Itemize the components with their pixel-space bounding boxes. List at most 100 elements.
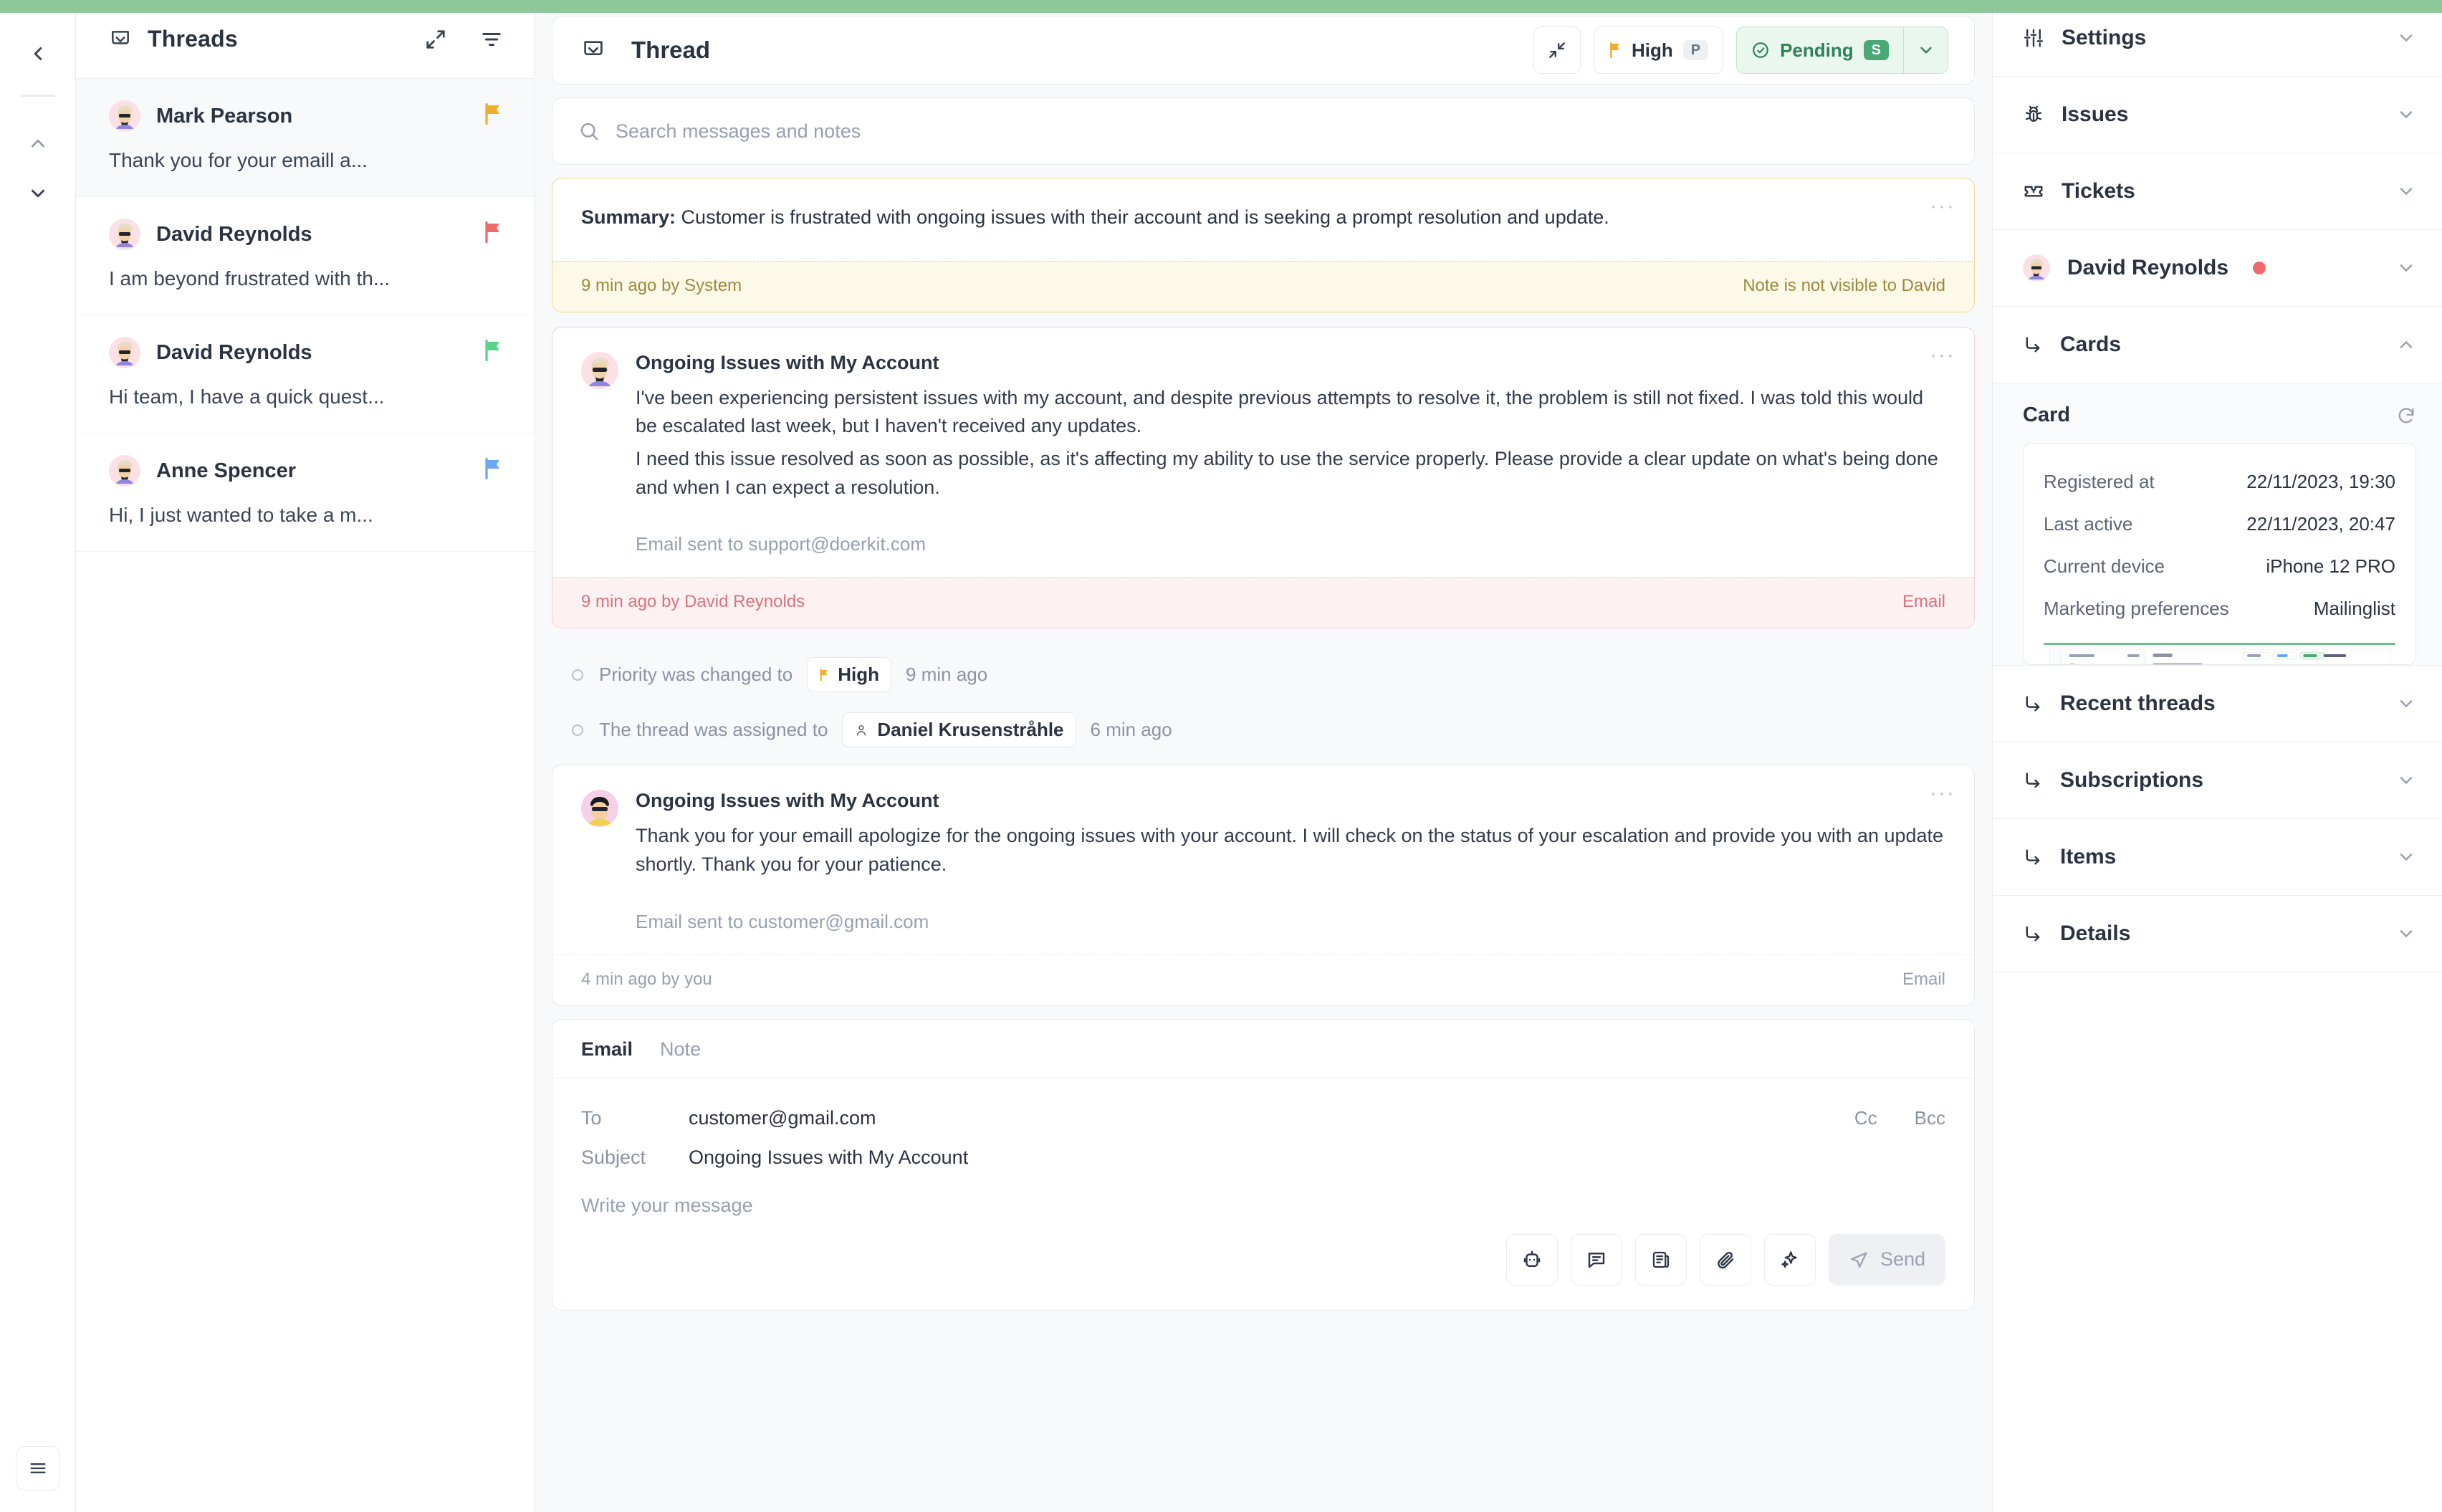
note-visibility: Note is not visible to David xyxy=(1743,275,1945,295)
sidebar-item-subscriptions[interactable]: Subscriptions xyxy=(1993,742,2442,819)
activity-priority-chip[interactable]: High xyxy=(807,657,892,693)
card-title: Card xyxy=(2023,403,2071,426)
summary-note-card: ··· Summary: Customer is frustrated with… xyxy=(552,178,1975,312)
thread-list-item[interactable]: Mark Pearson Thank you for your emaill a… xyxy=(76,79,534,197)
sparkles-icon[interactable] xyxy=(1763,1233,1816,1286)
search-input[interactable]: Search messages and notes xyxy=(616,120,861,143)
rail-prev-button[interactable] xyxy=(13,118,63,168)
sidebar-item-contact[interactable]: David Reynolds xyxy=(1993,230,2442,307)
article-icon[interactable] xyxy=(1634,1233,1687,1286)
person-icon xyxy=(854,723,868,737)
activity-assignee-chip[interactable]: Daniel Krusenstråhle xyxy=(842,712,1076,748)
message-channel[interactable]: Email xyxy=(1902,970,1945,990)
robot-icon[interactable] xyxy=(1505,1233,1558,1286)
activity-text: The thread was assigned to xyxy=(599,719,828,741)
chevron-down-icon[interactable] xyxy=(2396,258,2416,278)
message-card: ··· Ongoing Issues with My Account Thank… xyxy=(552,765,1975,1006)
sidebar-item-recent-threads[interactable]: Recent threads xyxy=(1993,666,2442,742)
sidebar-item-cards[interactable]: Cards xyxy=(1993,307,2442,383)
filter-icon[interactable] xyxy=(481,29,502,50)
sidebar-item-tickets[interactable]: Tickets xyxy=(1993,153,2442,230)
thread-pane: Thread High P Pending S Search messages … xyxy=(535,0,1992,1512)
to-label: To xyxy=(581,1106,602,1129)
message-card: ··· Ongoing Issues with My Account I've … xyxy=(552,326,1975,629)
flag-icon xyxy=(484,340,502,361)
message-channel[interactable]: Email xyxy=(1902,592,1945,612)
avatar xyxy=(581,351,618,389)
subdirectory-arrow-icon xyxy=(2023,847,2043,867)
chevron-up-icon[interactable] xyxy=(2396,335,2416,355)
message-paragraph: Thank you for your emaill apologize for … xyxy=(636,825,1944,875)
chevron-down-icon[interactable] xyxy=(2396,847,2416,867)
tab-note[interactable]: Note xyxy=(660,1038,701,1061)
note-more-icon[interactable]: ··· xyxy=(1930,196,1955,217)
chevron-down-icon[interactable] xyxy=(2396,770,2416,790)
page-title: Thread xyxy=(631,37,711,63)
avatar xyxy=(109,337,140,368)
right-sidebar: Settings Issues Tickets David Reynolds C… xyxy=(1992,0,2442,1512)
subdirectory-arrow-icon xyxy=(2023,770,2043,790)
thread-list-item[interactable]: David Reynolds I am beyond frustrated wi… xyxy=(76,197,534,315)
card-preview-thumbnail xyxy=(2044,643,2395,664)
message-input[interactable]: Write your message xyxy=(552,1177,1974,1217)
thread-item-preview: I am beyond frustrated with th... xyxy=(109,267,391,290)
send-button[interactable]: Send xyxy=(1828,1233,1945,1286)
tab-email[interactable]: Email xyxy=(581,1038,633,1061)
avatar xyxy=(109,219,140,250)
subject-field[interactable]: Ongoing Issues with My Account xyxy=(689,1147,968,1169)
flag-icon xyxy=(484,221,502,243)
status-control: Pending S xyxy=(1736,27,1948,74)
sliders-icon xyxy=(2023,27,2044,49)
paperclip-icon[interactable] xyxy=(1699,1233,1751,1286)
collapse-button[interactable] xyxy=(1533,27,1581,74)
flag-icon xyxy=(484,103,502,125)
chevron-down-icon[interactable] xyxy=(2396,28,2416,48)
card-row: Last active 22/11/2023, 20:47 xyxy=(2044,503,2395,545)
priority-button[interactable]: High P xyxy=(1593,27,1724,74)
message-more-icon[interactable]: ··· xyxy=(1930,344,1955,366)
avatar xyxy=(109,100,140,132)
status-button[interactable]: Pending S xyxy=(1736,27,1904,74)
subdirectory-arrow-icon xyxy=(2023,924,2043,944)
comment-icon[interactable] xyxy=(1570,1233,1622,1286)
rail-menu-button[interactable] xyxy=(15,1446,60,1491)
sidebar-item-items[interactable]: Items xyxy=(1993,819,2442,896)
to-field[interactable]: customer@gmail.com xyxy=(689,1107,876,1129)
chevron-down-icon[interactable] xyxy=(2396,181,2416,201)
note-text: Customer is frustrated with ongoing issu… xyxy=(676,206,1609,228)
thread-list-item[interactable]: David Reynolds Hi team, I have a quick q… xyxy=(76,315,534,434)
message-more-icon[interactable]: ··· xyxy=(1930,783,1955,804)
thread-list-item[interactable]: Anne Spencer Hi, I just wanted to take a… xyxy=(76,434,534,552)
message-sent-to: Email sent to support@doerkit.com xyxy=(636,533,926,555)
refresh-icon[interactable] xyxy=(2396,406,2416,426)
message-paragraph: I've been experiencing persistent issues… xyxy=(636,386,1924,437)
bcc-button[interactable]: Bcc xyxy=(1915,1107,1945,1129)
thread-item-name: Mark Pearson xyxy=(156,104,293,128)
subdirectory-arrow-icon xyxy=(2023,694,2043,714)
card-value: 22/11/2023, 19:30 xyxy=(2246,471,2395,492)
threads-panel: Threads Mark Pearson Thank you for your … xyxy=(76,0,535,1512)
chevron-down-icon[interactable] xyxy=(2396,105,2416,125)
thread-header: Thread High P Pending S xyxy=(552,16,1975,85)
priority-shortcut: P xyxy=(1682,40,1709,60)
chevron-down-icon[interactable] xyxy=(2396,694,2416,714)
search-bar[interactable]: Search messages and notes xyxy=(552,97,1975,165)
card-value: iPhone 12 PRO xyxy=(2266,555,2395,577)
rail-back-button[interactable] xyxy=(13,29,63,79)
sidebar-label: Details xyxy=(2060,922,2131,945)
chevron-down-icon[interactable] xyxy=(2396,924,2416,944)
sidebar-item-issues[interactable]: Issues xyxy=(1993,77,2442,153)
expand-icon[interactable] xyxy=(425,29,446,50)
card-row: Registered at 22/11/2023, 19:30 xyxy=(2044,461,2395,503)
card-key: Last active xyxy=(2044,513,2133,535)
sidebar-item-details[interactable]: Details xyxy=(1993,896,2442,972)
rail-next-button[interactable] xyxy=(13,168,63,219)
cc-button[interactable]: Cc xyxy=(1854,1107,1877,1129)
note-label: Summary: xyxy=(581,206,676,228)
composer-to-row: To customer@gmail.com Cc Bcc xyxy=(581,1099,1945,1138)
status-dropdown-button[interactable] xyxy=(1904,27,1948,74)
search-icon xyxy=(578,120,600,142)
message-timeline: ··· Summary: Customer is frustrated with… xyxy=(552,178,1975,1512)
message-meta: 9 min ago by David Reynolds xyxy=(581,592,805,612)
card-value: 22/11/2023, 20:47 xyxy=(2246,513,2395,535)
